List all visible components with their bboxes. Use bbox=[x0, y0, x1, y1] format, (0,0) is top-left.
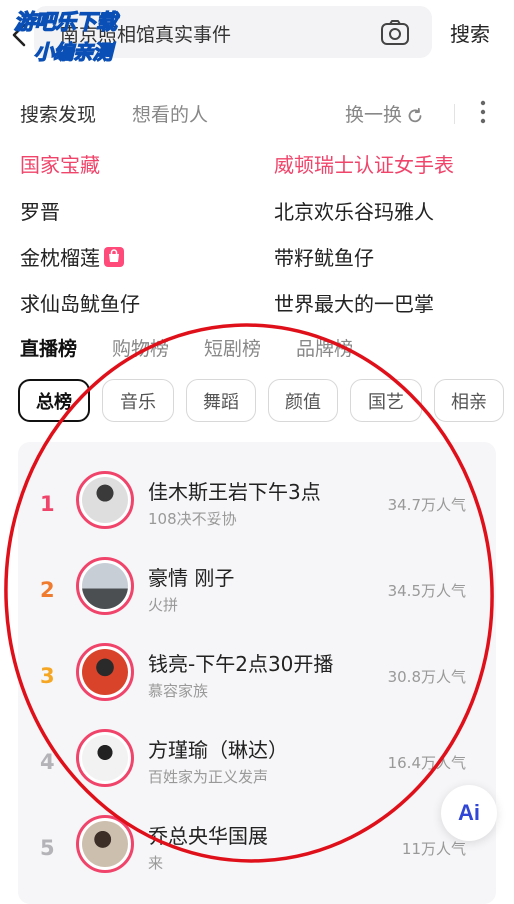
rank-number: 1 bbox=[40, 492, 55, 516]
discovery-item[interactable]: 北京欢乐谷玛雅人 bbox=[274, 196, 434, 225]
popularity-count: 11万人气 bbox=[401, 840, 466, 858]
avatar bbox=[76, 815, 134, 873]
search-header: 南京照相馆真实事件 搜索 游吧乐下载 小编亲测 bbox=[0, 0, 514, 70]
chip-overall[interactable]: 总榜 bbox=[18, 379, 90, 422]
discovery-item[interactable]: 罗晋 bbox=[20, 196, 60, 225]
discovery-item-label: 金枕榴莲 bbox=[20, 246, 100, 270]
ai-assistant-button[interactable]: Ai bbox=[441, 785, 497, 841]
streamer-name: 乔总央华国展 bbox=[148, 824, 268, 848]
list-item[interactable]: 4 方瑾瑜（琳达） 百姓家为正义发声 16.4万人气 bbox=[18, 724, 496, 810]
streamer-subtitle: 慕容家族 bbox=[148, 682, 209, 700]
search-button[interactable]: 搜索 bbox=[450, 18, 490, 47]
watermark-logo: 游吧乐下载 小编亲测 bbox=[13, 6, 144, 66]
popularity-count: 34.5万人气 bbox=[387, 582, 466, 600]
tab-brand-ranking[interactable]: 品牌榜 bbox=[296, 334, 353, 361]
rank-number: 2 bbox=[40, 578, 55, 602]
tab-live-ranking[interactable]: 直播榜 bbox=[20, 334, 77, 361]
tab-short-drama-ranking[interactable]: 短剧榜 bbox=[204, 334, 261, 361]
rank-number: 5 bbox=[40, 836, 55, 860]
discovery-item[interactable]: 带籽鱿鱼仔 bbox=[274, 242, 374, 271]
refresh-button[interactable]: 换一换 bbox=[345, 100, 424, 127]
streamer-name: 钱亮-下午2点30开播 bbox=[148, 652, 334, 676]
streamer-subtitle: 百姓家为正义发声 bbox=[148, 768, 269, 786]
shopping-bag-icon bbox=[104, 247, 124, 267]
list-item[interactable]: 5 乔总央华国展 来 11万人气 bbox=[18, 810, 496, 896]
camera-icon[interactable] bbox=[380, 19, 410, 46]
watermark-line2: 小编亲测 bbox=[33, 39, 113, 64]
avatar bbox=[76, 729, 134, 787]
chip-music[interactable]: 音乐 bbox=[102, 379, 174, 422]
streamer-name: 方瑾瑜（琳达） bbox=[148, 738, 288, 762]
discovery-header: 搜索发现 想看的人 换一换 bbox=[20, 100, 500, 128]
discovery-item[interactable]: 国家宝藏 bbox=[20, 149, 100, 178]
list-item[interactable]: 1 佳木斯王岩下午3点 108决不妥协 34.7万人气 bbox=[18, 466, 496, 552]
watermark-line1: 游吧乐下载 bbox=[13, 9, 117, 34]
popularity-count: 34.7万人气 bbox=[387, 496, 466, 514]
chip-dance[interactable]: 舞蹈 bbox=[186, 379, 256, 422]
avatar bbox=[76, 557, 134, 615]
list-item[interactable]: 2 豪情 刚子 火拼 34.5万人气 bbox=[18, 552, 496, 638]
streamer-name: 豪情 刚子 bbox=[148, 566, 235, 590]
avatar bbox=[76, 471, 134, 529]
streamer-subtitle: 108决不妥协 bbox=[148, 510, 237, 528]
discovery-item[interactable]: 求仙岛鱿鱼仔 bbox=[20, 288, 140, 317]
discovery-item[interactable]: 威顿瑞士认证女手表 bbox=[274, 149, 454, 178]
more-options-icon[interactable] bbox=[478, 98, 488, 126]
rank-number: 3 bbox=[40, 664, 55, 688]
tab-search-discovery[interactable]: 搜索发现 bbox=[20, 100, 96, 127]
chip-looks[interactable]: 颜值 bbox=[268, 379, 338, 422]
rank-number: 4 bbox=[40, 750, 55, 774]
tab-shopping-ranking[interactable]: 购物榜 bbox=[112, 334, 169, 361]
refresh-icon bbox=[408, 107, 422, 122]
divider bbox=[454, 104, 455, 124]
streamer-subtitle: 火拼 bbox=[148, 596, 179, 614]
chip-national-art[interactable]: 国艺 bbox=[350, 379, 422, 422]
streamer-name: 佳木斯王岩下午3点 bbox=[148, 480, 321, 504]
popularity-count: 16.4万人气 bbox=[387, 754, 466, 772]
ranking-list: 1 佳木斯王岩下午3点 108决不妥协 34.7万人气 2 豪情 刚子 火拼 3… bbox=[18, 442, 496, 904]
streamer-subtitle: 来 bbox=[148, 854, 164, 872]
list-item[interactable]: 3 钱亮-下午2点30开播 慕容家族 30.8万人气 bbox=[18, 638, 496, 724]
discovery-item[interactable]: 金枕榴莲 bbox=[20, 242, 124, 271]
popularity-count: 30.8万人气 bbox=[387, 668, 466, 686]
avatar bbox=[76, 643, 134, 701]
discovery-item[interactable]: 世界最大的一巴掌 bbox=[274, 288, 434, 317]
tab-want-to-see[interactable]: 想看的人 bbox=[132, 100, 208, 127]
chip-dating[interactable]: 相亲 bbox=[434, 379, 504, 422]
refresh-label: 换一换 bbox=[345, 104, 403, 126]
